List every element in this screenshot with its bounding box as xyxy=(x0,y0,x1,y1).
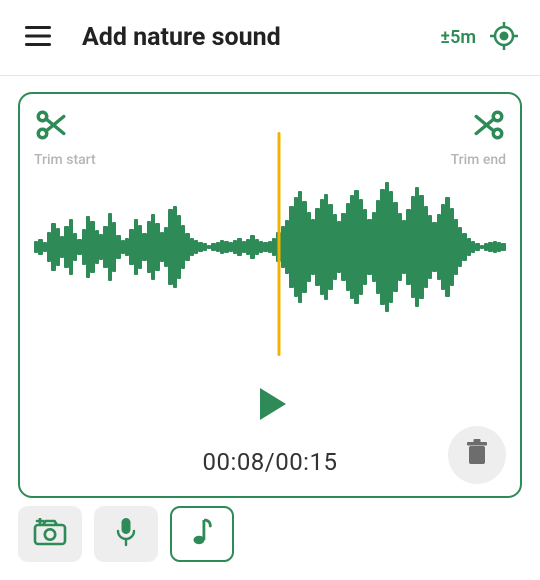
waveform-bar xyxy=(432,222,436,272)
waveform-bar xyxy=(90,221,94,273)
mic-icon xyxy=(115,517,137,551)
waveform-bar xyxy=(501,243,505,250)
waveform-bar xyxy=(168,209,172,285)
waveform-bar xyxy=(419,195,423,299)
crosshair-icon xyxy=(490,22,518,54)
locate-button[interactable] xyxy=(488,22,520,54)
waveform-bar xyxy=(380,189,384,305)
delete-button[interactable] xyxy=(448,426,506,484)
time-display: 00:08/00:15 xyxy=(203,448,338,476)
waveform-bar xyxy=(103,226,107,269)
page-title: Add nature sound xyxy=(82,23,281,52)
app-header: Add nature sound ±5m xyxy=(0,0,540,76)
waveform xyxy=(34,172,506,322)
play-icon xyxy=(248,382,292,430)
scissors-icon xyxy=(34,108,68,146)
waveform-bar xyxy=(116,235,120,259)
trim-controls-row: Trim start Trim end xyxy=(34,108,506,168)
waveform-bar xyxy=(64,226,68,269)
tab-camera[interactable] xyxy=(18,506,82,562)
playhead[interactable] xyxy=(278,132,281,356)
music-note-icon xyxy=(191,518,213,550)
playback-controls: 00:08/00:15 xyxy=(34,382,506,486)
waveform-bar xyxy=(77,239,81,256)
waveform-bar xyxy=(445,197,449,296)
waveform-bar xyxy=(393,202,397,292)
waveform-bar xyxy=(142,233,146,261)
waveform-bar xyxy=(129,229,133,264)
trim-start-control[interactable]: Trim start xyxy=(34,108,96,168)
scissors-icon xyxy=(472,108,506,146)
waveform-bar xyxy=(367,219,371,276)
audio-trim-card: Trim start Trim end xyxy=(18,92,522,498)
waveform-bar xyxy=(341,213,345,282)
trash-icon xyxy=(465,439,489,471)
waveform-bar xyxy=(354,190,358,303)
waveform-bar xyxy=(155,223,159,270)
tab-sound-file[interactable] xyxy=(170,506,234,562)
gps-accuracy: ±5m xyxy=(440,27,476,48)
camera-add-icon xyxy=(33,518,67,550)
trim-start-label: Trim start xyxy=(34,152,96,168)
menu-button[interactable] xyxy=(22,22,54,54)
hamburger-icon xyxy=(25,26,51,50)
current-time: 00:08 xyxy=(203,448,265,476)
total-time: 00:15 xyxy=(275,448,337,476)
waveform-bar xyxy=(406,209,410,285)
play-button[interactable] xyxy=(246,382,294,430)
tab-microphone[interactable] xyxy=(94,506,158,562)
trim-end-control[interactable]: Trim end xyxy=(451,108,506,168)
waveform-area[interactable] xyxy=(34,172,506,322)
waveform-bar xyxy=(328,204,332,289)
waveform-bar xyxy=(51,223,55,270)
media-type-tabs xyxy=(0,506,540,562)
trim-end-label: Trim end xyxy=(451,152,506,168)
